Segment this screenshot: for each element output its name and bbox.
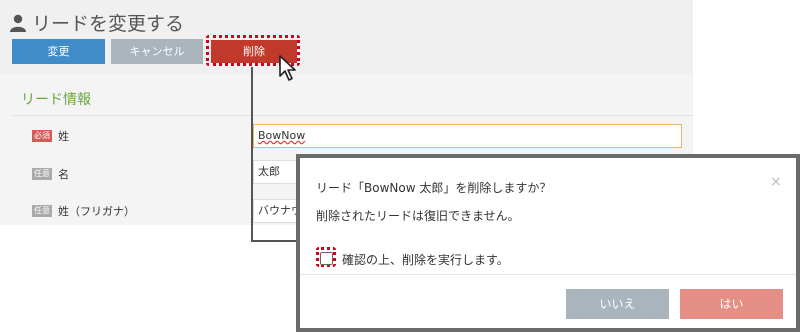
- optional-badge: 任意: [32, 168, 52, 180]
- first-name-input[interactable]: 太郎: [253, 160, 299, 184]
- field-label: 名: [58, 168, 69, 181]
- first-name-value: 太郎: [258, 165, 280, 178]
- section-divider: [12, 115, 693, 116]
- required-badge: 必須: [32, 130, 52, 142]
- cancel-button[interactable]: キャンセル: [111, 39, 203, 64]
- mouse-cursor-icon: [279, 55, 296, 81]
- last-name-input[interactable]: BowNow: [253, 124, 682, 148]
- yes-button[interactable]: はい: [680, 289, 783, 319]
- dialog-divider: [300, 274, 796, 275]
- change-button[interactable]: 変更: [12, 39, 105, 64]
- last-name-value: BowNow: [258, 129, 306, 142]
- section-title: リード情報: [21, 92, 91, 108]
- optional-badge: 任意: [32, 205, 52, 217]
- field-row-last-name: 必須姓: [32, 128, 69, 144]
- connector-line: [251, 240, 299, 242]
- close-icon[interactable]: ×: [770, 174, 782, 190]
- user-icon: [10, 14, 26, 32]
- dialog-title: リード「BowNow 太郎」を削除しますか？: [316, 181, 552, 195]
- delete-confirm-dialog: リード「BowNow 太郎」を削除しますか？ × 削除されたリードは復旧できませ…: [296, 154, 800, 332]
- confirm-checkbox[interactable]: [320, 252, 333, 265]
- confirm-checkbox-label[interactable]: 確認の上、削除を実行します。: [342, 251, 509, 268]
- kana-input[interactable]: バウナウ: [253, 199, 302, 223]
- field-label: 姓（フリガナ）: [58, 205, 135, 218]
- page-title: リードを変更する: [32, 13, 185, 35]
- field-row-first-name: 任意名: [32, 166, 69, 182]
- field-row-kana: 任意 姓（フリガナ）: [32, 203, 135, 219]
- dialog-message: 削除されたリードは復旧できません。: [316, 209, 520, 223]
- field-label: 姓: [58, 130, 69, 143]
- no-button[interactable]: いいえ: [566, 289, 669, 319]
- connector-line: [251, 67, 253, 242]
